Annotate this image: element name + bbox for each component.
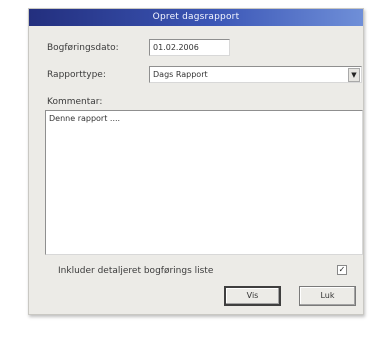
report-type-select[interactable]: Dags Rapport ▼ [149, 66, 362, 83]
show-button[interactable]: Vis [224, 286, 281, 306]
report-type-label: Rapporttype: [47, 70, 106, 80]
create-daily-report-dialog: Opret dagsrapport Bogføringsdato: 01.02.… [28, 8, 364, 315]
posting-date-input[interactable]: 01.02.2006 [149, 39, 230, 56]
close-button[interactable]: Luk [299, 286, 356, 306]
dialog-title-bar[interactable]: Opret dagsrapport [29, 9, 363, 26]
include-detailed-list-label: Inkluder detaljeret bogførings liste [58, 266, 214, 276]
check-mark-icon: ✓ [338, 265, 346, 274]
comments-label: Kommentar: [47, 97, 103, 107]
chevron-down-icon[interactable]: ▼ [348, 68, 360, 82]
comments-textarea[interactable]: Denne rapport .... [45, 110, 363, 255]
dialog-title: Opret dagsrapport [152, 12, 240, 22]
include-detailed-list-checkbox[interactable]: ✓ [337, 265, 347, 275]
posting-date-label: Bogføringsdato: [47, 43, 119, 53]
